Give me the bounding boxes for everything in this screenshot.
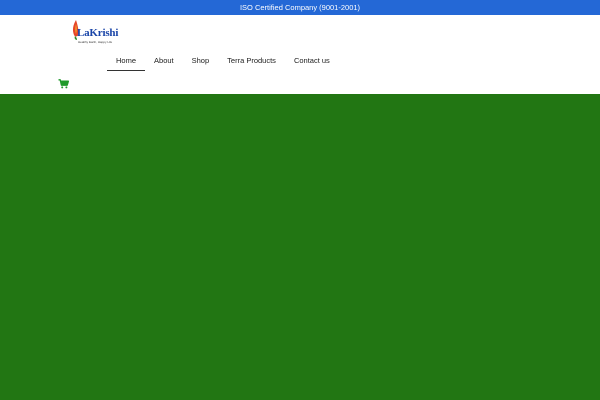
main-nav: Home About Shop Terra Products Contact u…	[107, 51, 339, 71]
nav-item-terra-products[interactable]: Terra Products	[218, 51, 285, 71]
nav-item-about[interactable]: About	[145, 51, 183, 71]
nav-item-shop[interactable]: Shop	[183, 51, 219, 71]
announcement-text: ISO Certified Company (9001-2001)	[239, 3, 361, 12]
shopping-cart-icon[interactable]	[58, 79, 69, 89]
logo-tagline: Healthy Earth, Happy Life	[78, 40, 113, 44]
nav-item-home[interactable]: Home	[107, 51, 146, 71]
announcement-bar: ISO Certified Company (9001-2001)	[0, 0, 600, 15]
logo-wordmark: LaKrishi	[77, 27, 119, 39]
nav-item-contact-us[interactable]: Contact us	[285, 51, 339, 71]
site-logo[interactable]: LaKrishi Healthy Earth, Happy Life	[72, 19, 124, 47]
hero-banner	[0, 94, 600, 400]
site-header: LaKrishi Healthy Earth, Happy Life Home …	[0, 15, 600, 94]
